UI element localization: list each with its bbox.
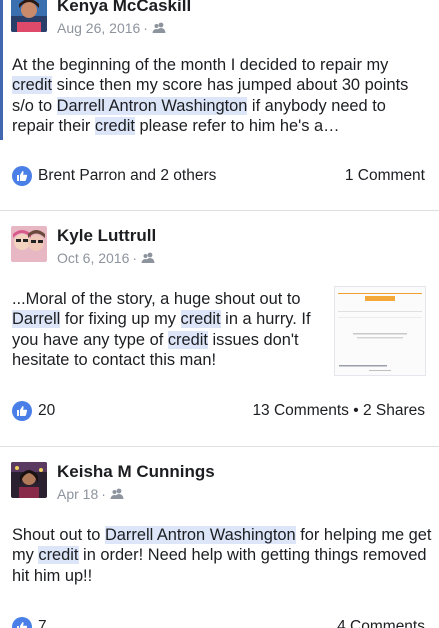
author-name[interactable]: Kenya McCaskill bbox=[57, 0, 191, 16]
reactions-summary[interactable]: 7 bbox=[12, 617, 47, 628]
friends-icon bbox=[141, 252, 155, 263]
meta-separator: · bbox=[101, 486, 106, 502]
post-text: Shout out to bbox=[12, 526, 105, 544]
avatar[interactable] bbox=[11, 0, 47, 32]
post-divider bbox=[0, 446, 439, 447]
highlighted-term[interactable]: Darrell Antron Washington bbox=[104, 526, 296, 544]
author-name[interactable]: Kyle Luttrull bbox=[57, 226, 156, 246]
post-meta: Aug 26, 2016 · bbox=[57, 20, 166, 36]
comment-count[interactable]: 4 Comments bbox=[337, 618, 425, 628]
reactions-text: Brent Parron and 2 others bbox=[38, 167, 217, 184]
avatar[interactable] bbox=[11, 462, 47, 498]
reaction-count: 20 bbox=[38, 402, 56, 419]
highlighted-term[interactable]: Darrell bbox=[12, 310, 61, 329]
post-accent-bar bbox=[0, 0, 3, 140]
post-date[interactable]: Aug 26, 2016 bbox=[57, 20, 140, 36]
post-body: Shout out to Darrell Antron Washington f… bbox=[12, 525, 432, 586]
meta-separator: · bbox=[143, 20, 148, 36]
friends-icon bbox=[152, 22, 166, 33]
post-date[interactable]: Apr 18 bbox=[57, 486, 98, 502]
author-name[interactable]: Keisha M Cunnings bbox=[57, 462, 215, 482]
avatar[interactable] bbox=[11, 226, 47, 262]
highlighted-term[interactable]: credit bbox=[167, 330, 208, 349]
reactions-summary[interactable]: Brent Parron and 2 others bbox=[12, 166, 216, 186]
highlighted-term[interactable]: credit bbox=[94, 116, 135, 135]
reaction-count: 7 bbox=[38, 618, 47, 628]
highlighted-term[interactable]: credit bbox=[12, 76, 53, 95]
thumbs-up-icon bbox=[12, 166, 32, 186]
comment-count[interactable]: 1 Comment bbox=[345, 167, 425, 185]
post-divider bbox=[0, 210, 439, 211]
link-preview-thumbnail[interactable] bbox=[334, 286, 426, 376]
post-body: ...Moral of the story, a huge shout out … bbox=[12, 289, 326, 370]
friends-icon bbox=[110, 488, 124, 499]
post-body: At the beginning of the month I decided … bbox=[12, 55, 432, 136]
post-text: ...Moral of the story, a huge shout out … bbox=[12, 290, 301, 308]
highlighted-term[interactable]: credit bbox=[180, 310, 221, 329]
comment-share-count[interactable]: 13 Comments • 2 Shares bbox=[252, 402, 425, 420]
thumbs-up-icon bbox=[12, 401, 32, 421]
reactions-summary[interactable]: 20 bbox=[12, 401, 55, 421]
highlighted-term[interactable]: credit bbox=[38, 546, 79, 565]
post-meta: Oct 6, 2016 · bbox=[57, 250, 155, 266]
post-text: please refer to him he's a… bbox=[135, 116, 340, 135]
post-date[interactable]: Oct 6, 2016 bbox=[57, 250, 129, 266]
meta-separator: · bbox=[132, 250, 138, 266]
post-meta: Apr 18 · bbox=[57, 486, 124, 502]
post-text: At the beginning of the month I decided … bbox=[12, 56, 389, 74]
highlighted-term[interactable]: Darrell Antron Washington bbox=[56, 96, 248, 115]
thumbs-up-icon bbox=[12, 617, 32, 628]
post-text: for fixing up my bbox=[60, 310, 181, 329]
